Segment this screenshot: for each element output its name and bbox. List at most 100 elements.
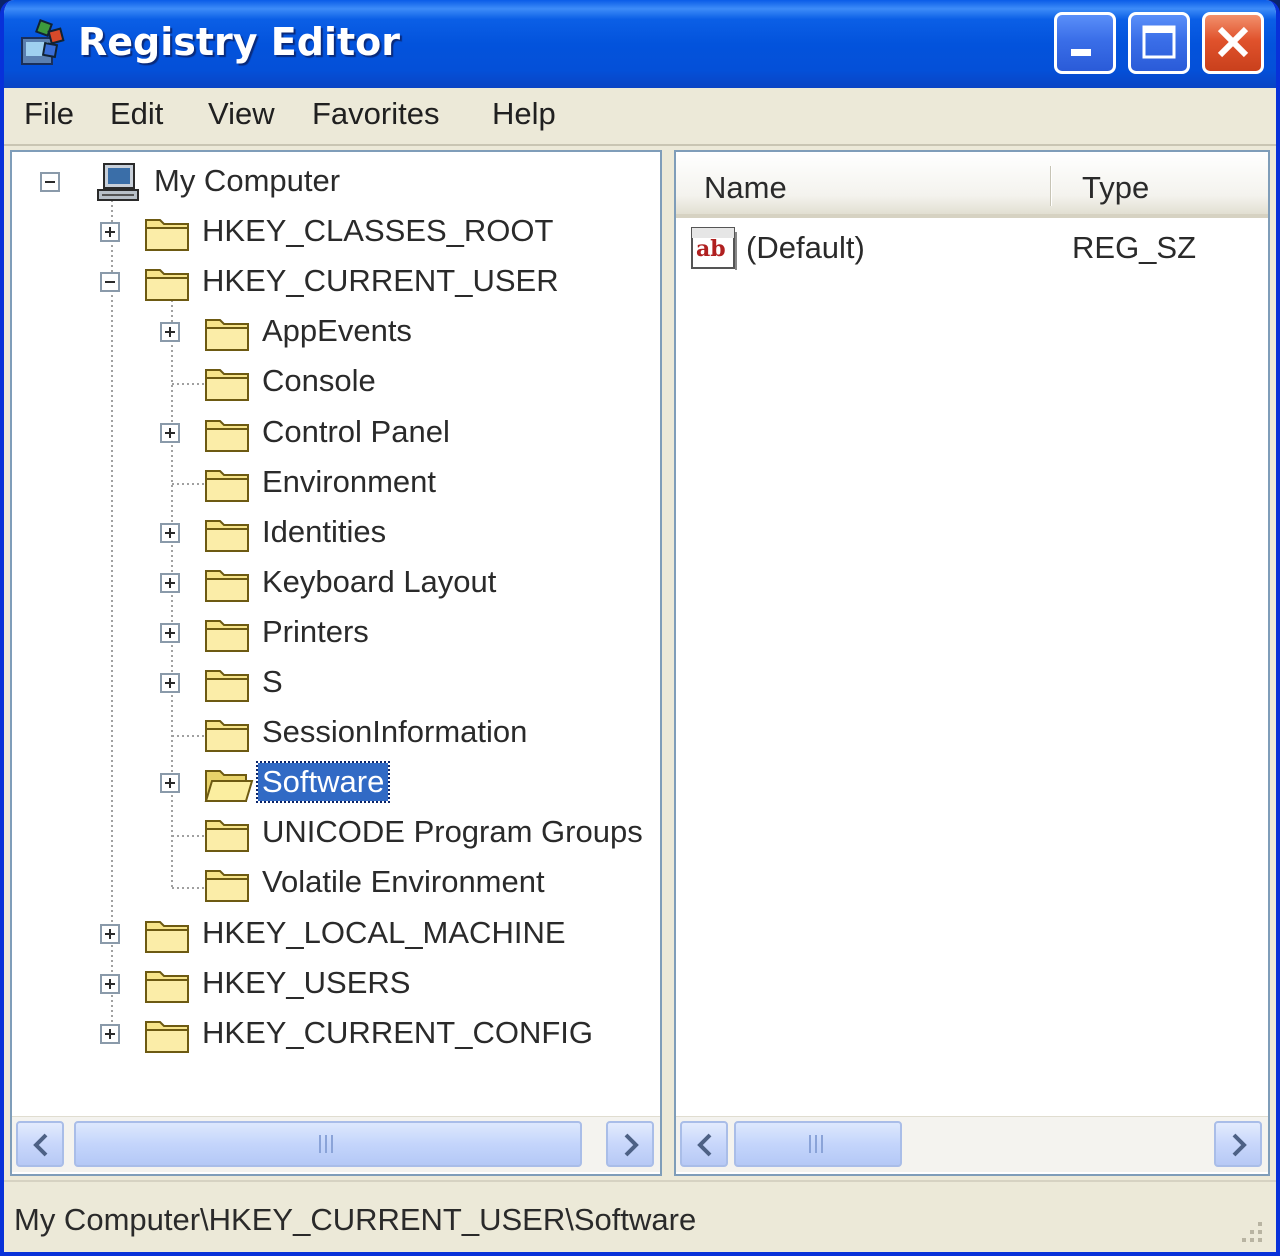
tree-scroll-thumb[interactable] <box>74 1121 582 1167</box>
menu-edit[interactable]: Edit <box>110 96 163 132</box>
folder-icon <box>145 1020 189 1053</box>
minimize-button[interactable] <box>1054 12 1116 74</box>
tree-node[interactable]: Console <box>12 358 660 404</box>
expand-icon[interactable] <box>100 222 120 243</box>
menu-favorites[interactable]: Favorites <box>312 96 439 132</box>
close-icon <box>1217 26 1249 58</box>
list-scroll-thumb[interactable] <box>734 1121 902 1167</box>
minimize-icon <box>1071 49 1091 56</box>
expand-icon[interactable] <box>100 1023 120 1044</box>
tree-label[interactable]: HKEY_CURRENT_USER <box>198 262 563 300</box>
folder-icon <box>205 820 249 853</box>
expand-icon[interactable] <box>160 572 180 593</box>
expand-icon[interactable] <box>160 673 180 693</box>
tree-label[interactable]: Volatile Environment <box>258 863 549 901</box>
folder-icon <box>145 219 189 252</box>
collapse-icon[interactable] <box>100 272 120 293</box>
collapse-icon[interactable] <box>40 172 60 192</box>
status-path: My Computer\HKEY_CURRENT_USER\Software <box>14 1202 697 1237</box>
tree-node[interactable]: HKEY_CURRENT_CONFIG <box>12 1010 660 1056</box>
pane-splitter[interactable] <box>662 150 674 1176</box>
tree-node[interactable]: HKEY_CURRENT_USER <box>12 258 660 304</box>
expand-icon[interactable] <box>100 973 120 994</box>
tree-label[interactable]: My Computer <box>150 162 344 200</box>
tree-node[interactable]: Identities <box>12 509 660 555</box>
arrow-right-icon <box>1232 1133 1247 1157</box>
tree-label[interactable]: HKEY_CURRENT_CONFIG <box>198 1014 597 1052</box>
tree-label[interactable]: AppEvents <box>258 312 416 350</box>
tree-label[interactable]: HKEY_LOCAL_MACHINE <box>198 914 570 952</box>
svg-text:ab: ab <box>696 236 726 262</box>
resize-grip-icon[interactable] <box>1236 1216 1266 1246</box>
tree-scroll-left-button[interactable] <box>16 1121 64 1167</box>
tree-label[interactable]: HKEY_USERS <box>198 964 414 1002</box>
tree-label[interactable]: Control Panel <box>258 413 454 451</box>
value-row[interactable]: ab (Default) REG_SZ <box>676 224 1268 274</box>
maximize-button[interactable] <box>1128 12 1190 74</box>
tree-label[interactable]: HKEY_CLASSES_ROOT <box>198 212 557 250</box>
folder-icon <box>145 920 189 953</box>
folder-icon <box>205 319 249 352</box>
status-bar: My Computer\HKEY_CURRENT_USER\Software <box>4 1180 1276 1252</box>
column-header-type[interactable]: Type <box>1082 170 1149 206</box>
tree-label[interactable]: UNICODE Program Groups <box>258 813 647 851</box>
expand-icon[interactable] <box>100 923 120 944</box>
tree-node[interactable]: HKEY_CLASSES_ROOT <box>12 208 660 254</box>
list-scroll-right-button[interactable] <box>1214 1121 1262 1167</box>
expand-icon[interactable] <box>160 773 180 794</box>
list-scroll-left-button[interactable] <box>680 1121 728 1167</box>
maximize-icon <box>1142 25 1176 59</box>
value-name: (Default) <box>746 230 865 265</box>
menu-file[interactable]: File <box>24 96 74 132</box>
values-list-pane[interactable]: Name Type ab (Default) REG_SZ <box>674 150 1270 1176</box>
tree-horizontal-scrollbar[interactable] <box>12 1116 660 1172</box>
expand-icon[interactable] <box>160 622 180 643</box>
folder-icon <box>205 619 249 652</box>
tree-label[interactable]: Identities <box>258 513 390 551</box>
folder-icon <box>205 569 249 602</box>
folder-icon <box>205 369 249 402</box>
folder-icon <box>205 670 249 702</box>
expand-icon[interactable] <box>160 522 180 543</box>
tree-node[interactable]: UNICODE Program Groups <box>12 809 660 855</box>
menu-help[interactable]: Help <box>492 96 556 132</box>
key-tree-pane[interactable]: My Computer HKEY_CLASSES_ROOT HKEY_CURRENT… <box>10 150 662 1176</box>
tree-label-selected[interactable]: Software <box>255 761 391 804</box>
tree-node[interactable]: Environment <box>12 459 660 505</box>
tree-scroll-right-button[interactable] <box>606 1121 654 1167</box>
list-header: Name Type <box>676 152 1268 218</box>
close-button[interactable] <box>1202 12 1264 74</box>
column-separator[interactable] <box>1050 166 1052 206</box>
column-header-name[interactable]: Name <box>704 170 787 206</box>
tree-node[interactable]: Printers <box>12 609 660 655</box>
folder-icon <box>205 469 249 502</box>
string-value-icon: ab <box>691 227 737 270</box>
folder-icon <box>145 269 189 302</box>
arrow-left-icon <box>33 1133 48 1157</box>
title-bar[interactable]: Registry Editor <box>4 0 1276 88</box>
tree-node[interactable]: HKEY_USERS <box>12 960 660 1006</box>
tree-node[interactable]: AppEvents <box>12 308 660 354</box>
list-horizontal-scrollbar[interactable] <box>676 1116 1268 1172</box>
tree-label[interactable]: Environment <box>258 463 440 501</box>
tree-node[interactable]: SessionInformation <box>12 709 660 755</box>
tree-node[interactable]: Software <box>12 759 660 805</box>
menu-view[interactable]: View <box>208 96 275 132</box>
tree-label[interactable]: Console <box>258 362 380 400</box>
expand-icon[interactable] <box>160 322 180 343</box>
folder-icon <box>205 419 249 452</box>
arrow-right-icon <box>624 1133 639 1157</box>
expand-icon[interactable] <box>160 422 180 443</box>
tree-node[interactable]: My Computer <box>12 158 660 204</box>
tree-label[interactable]: Printers <box>258 613 373 651</box>
tree-node[interactable]: Keyboard Layout <box>12 559 660 605</box>
my-computer-icon <box>97 163 139 201</box>
tree-label[interactable]: SessionInformation <box>258 713 531 751</box>
tree-node[interactable]: Control Panel <box>12 409 660 455</box>
tree-label[interactable]: S <box>258 663 287 701</box>
tree-node[interactable]: HKEY_LOCAL_MACHINE <box>12 910 660 956</box>
tree-node[interactable]: Volatile Environment <box>12 859 660 905</box>
folder-icon <box>205 720 249 753</box>
tree-label[interactable]: Keyboard Layout <box>258 563 500 601</box>
tree-node[interactable]: S <box>12 659 660 705</box>
